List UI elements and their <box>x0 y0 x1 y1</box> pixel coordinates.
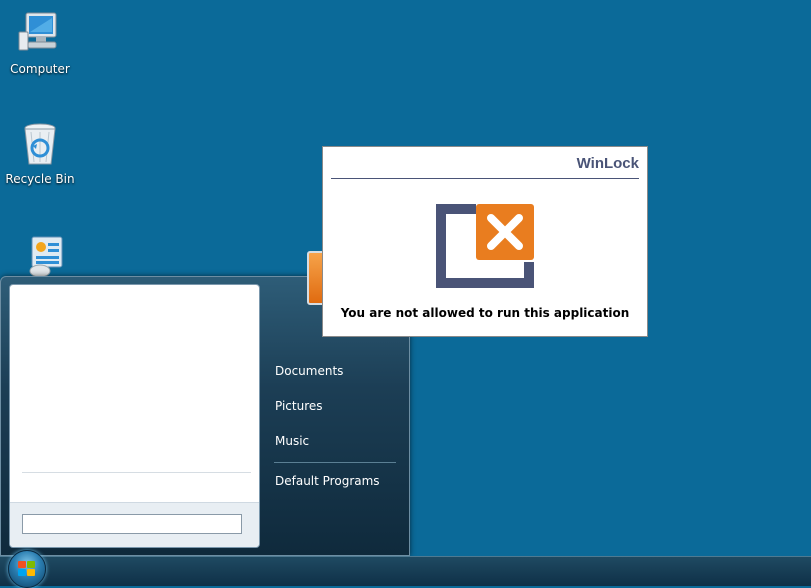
start-search-input[interactable] <box>22 514 242 534</box>
start-item-documents[interactable]: Documents <box>266 357 406 392</box>
windows-logo-icon <box>18 561 36 577</box>
winlock-dialog: WinLock You are not allowed to run this … <box>322 146 648 337</box>
dialog-title: WinLock <box>576 155 639 172</box>
start-item-default-programs[interactable]: Default Programs <box>266 467 406 502</box>
desktop-icon-recycle-bin[interactable]: Recycle Bin <box>0 120 80 186</box>
start-item-pictures[interactable]: Pictures <box>266 392 406 427</box>
start-button[interactable] <box>8 550 46 588</box>
start-item-music[interactable]: Music <box>266 427 406 462</box>
desktop-icon-label: Recycle Bin <box>5 172 75 186</box>
desktop-icon-label: Computer <box>10 62 70 76</box>
dialog-message: You are not allowed to run this applicat… <box>340 306 630 320</box>
recycle-bin-icon <box>16 120 64 168</box>
blocked-window-icon <box>436 204 536 290</box>
search-area <box>10 502 259 547</box>
start-menu-places-pane: Documents Pictures Music Default Program… <box>266 357 406 502</box>
places-separator <box>274 462 396 463</box>
programs-separator <box>22 472 251 473</box>
taskbar <box>0 556 811 586</box>
desktop-icon-computer[interactable]: Computer <box>0 10 80 76</box>
computer-icon <box>16 10 64 58</box>
start-menu-programs-pane <box>9 284 260 548</box>
title-divider <box>331 178 639 179</box>
